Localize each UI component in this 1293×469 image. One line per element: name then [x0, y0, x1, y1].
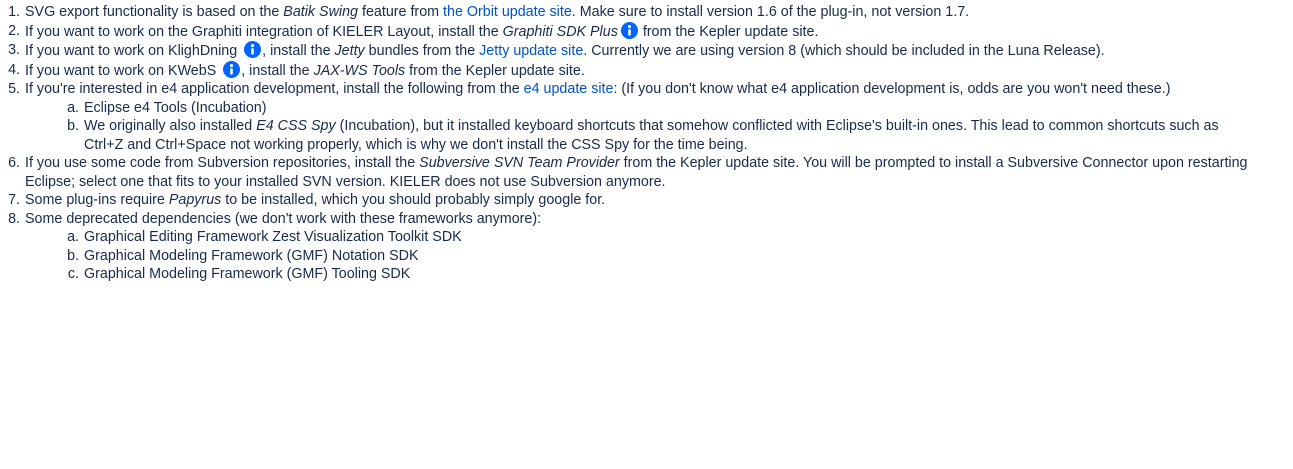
e4-update-site-link[interactable]: e4 update site [524, 81, 614, 97]
sub-item-text: We originally also installed [84, 118, 257, 134]
item-text: feature from [358, 4, 444, 20]
item-text: . Currently we are using version 8 (whic… [583, 43, 1105, 59]
item-text: If you're interested in e4 application d… [25, 81, 524, 97]
item-emphasis: Batik Swing [283, 4, 358, 20]
item-number: 1. [8, 4, 20, 20]
sub-item-letter: c. [67, 266, 79, 282]
sub-item-text: Graphical Modeling Framework (GMF) Tooli… [84, 266, 411, 282]
jetty-update-site-link[interactable]: Jetty update site [479, 43, 583, 59]
sub-list-item: b. Graphical Modeling Framework (GMF) No… [65, 247, 1251, 266]
sub-item-letter: a. [67, 229, 79, 245]
item-text: If you use some code from Subversion rep… [25, 155, 420, 171]
item-text: If you want to work on KWebS [25, 62, 221, 79]
item-text: Some deprecated dependencies (we don't w… [25, 210, 542, 227]
item-text: bundles from the [364, 43, 480, 59]
sub-list-item: c. Graphical Modeling Framework (GMF) To… [65, 265, 1251, 284]
list-item: 6. If you use some code from Subversion … [2, 154, 1251, 191]
sub-list: a. Graphical Editing Framework Zest Visu… [25, 228, 1251, 284]
item-emphasis: Graphiti SDK Plus [502, 23, 618, 40]
sub-list: a. Eclipse e4 Tools (Incubation) b. We o… [25, 99, 1251, 155]
sub-list-item: a. Graphical Editing Framework Zest Visu… [65, 228, 1251, 247]
list-item: 1. SVG export functionality is based on … [2, 3, 1251, 22]
info-icon[interactable] [223, 60, 241, 78]
item-number: 8. [8, 210, 20, 227]
item-text: : (If you don't know what e4 application… [613, 81, 1171, 97]
list-item: 2. If you want to work on the Graphiti i… [2, 21, 1251, 42]
item-number: 5. [8, 81, 20, 97]
sub-list-item: b. We originally also installed E4 CSS S… [65, 117, 1251, 154]
list-item: 8. Some deprecated dependencies (we don'… [2, 210, 1251, 284]
item-text: , install the [241, 62, 314, 79]
item-text: from the Kepler update site. [638, 23, 819, 40]
info-icon[interactable] [244, 41, 262, 58]
item-emphasis: E4 CSS Spy [256, 118, 336, 134]
list-item: 7. Some plug-ins require Papyrus to be i… [2, 191, 1251, 210]
orbit-update-site-link[interactable]: the Orbit update site [443, 4, 572, 20]
list-item: 3. If you want to work on KlighDning , i… [2, 41, 1251, 61]
item-text: from the Kepler update site. [405, 62, 585, 79]
item-number: 6. [8, 155, 20, 171]
item-text: If you want to work on KlighDning [25, 43, 242, 59]
document-body: 1. SVG export functionality is based on … [0, 0, 1271, 284]
sub-item-text: Eclipse e4 Tools (Incubation) [84, 99, 267, 116]
item-emphasis: Papyrus [168, 192, 222, 208]
item-text: If you want to work on the Graphiti inte… [25, 23, 503, 40]
sub-item-text: Graphical Editing Framework Zest Visuali… [84, 229, 462, 245]
info-icon[interactable] [620, 21, 638, 39]
numbered-list: 1. SVG export functionality is based on … [2, 3, 1251, 284]
item-text: . Make sure to install version 1.6 of th… [571, 4, 970, 20]
item-text: to be installed, which you should probab… [221, 192, 606, 208]
item-emphasis: Jetty [334, 43, 365, 59]
item-number: 7. [8, 192, 20, 208]
sub-list-item: a. Eclipse e4 Tools (Incubation) [65, 99, 1251, 118]
sub-item-text: Graphical Modeling Framework (GMF) Notat… [84, 247, 419, 264]
list-item: 4. If you want to work on KWebS , instal… [2, 60, 1251, 81]
item-number: 3. [8, 42, 20, 58]
item-number: 2. [8, 22, 20, 39]
item-text: SVG export functionality is based on the [25, 4, 284, 20]
item-text: , install the [262, 43, 335, 59]
item-emphasis: JAX-WS Tools [313, 62, 406, 79]
sub-item-letter: a. [67, 99, 79, 116]
sub-item-letter: b. [67, 247, 79, 264]
item-number: 4. [8, 61, 20, 78]
list-item: 5. If you're interested in e4 applicatio… [2, 80, 1251, 154]
sub-item-letter: b. [67, 118, 79, 134]
item-emphasis: Subversive SVN Team Provider [419, 155, 620, 171]
item-text: Some plug-ins require [25, 192, 169, 208]
